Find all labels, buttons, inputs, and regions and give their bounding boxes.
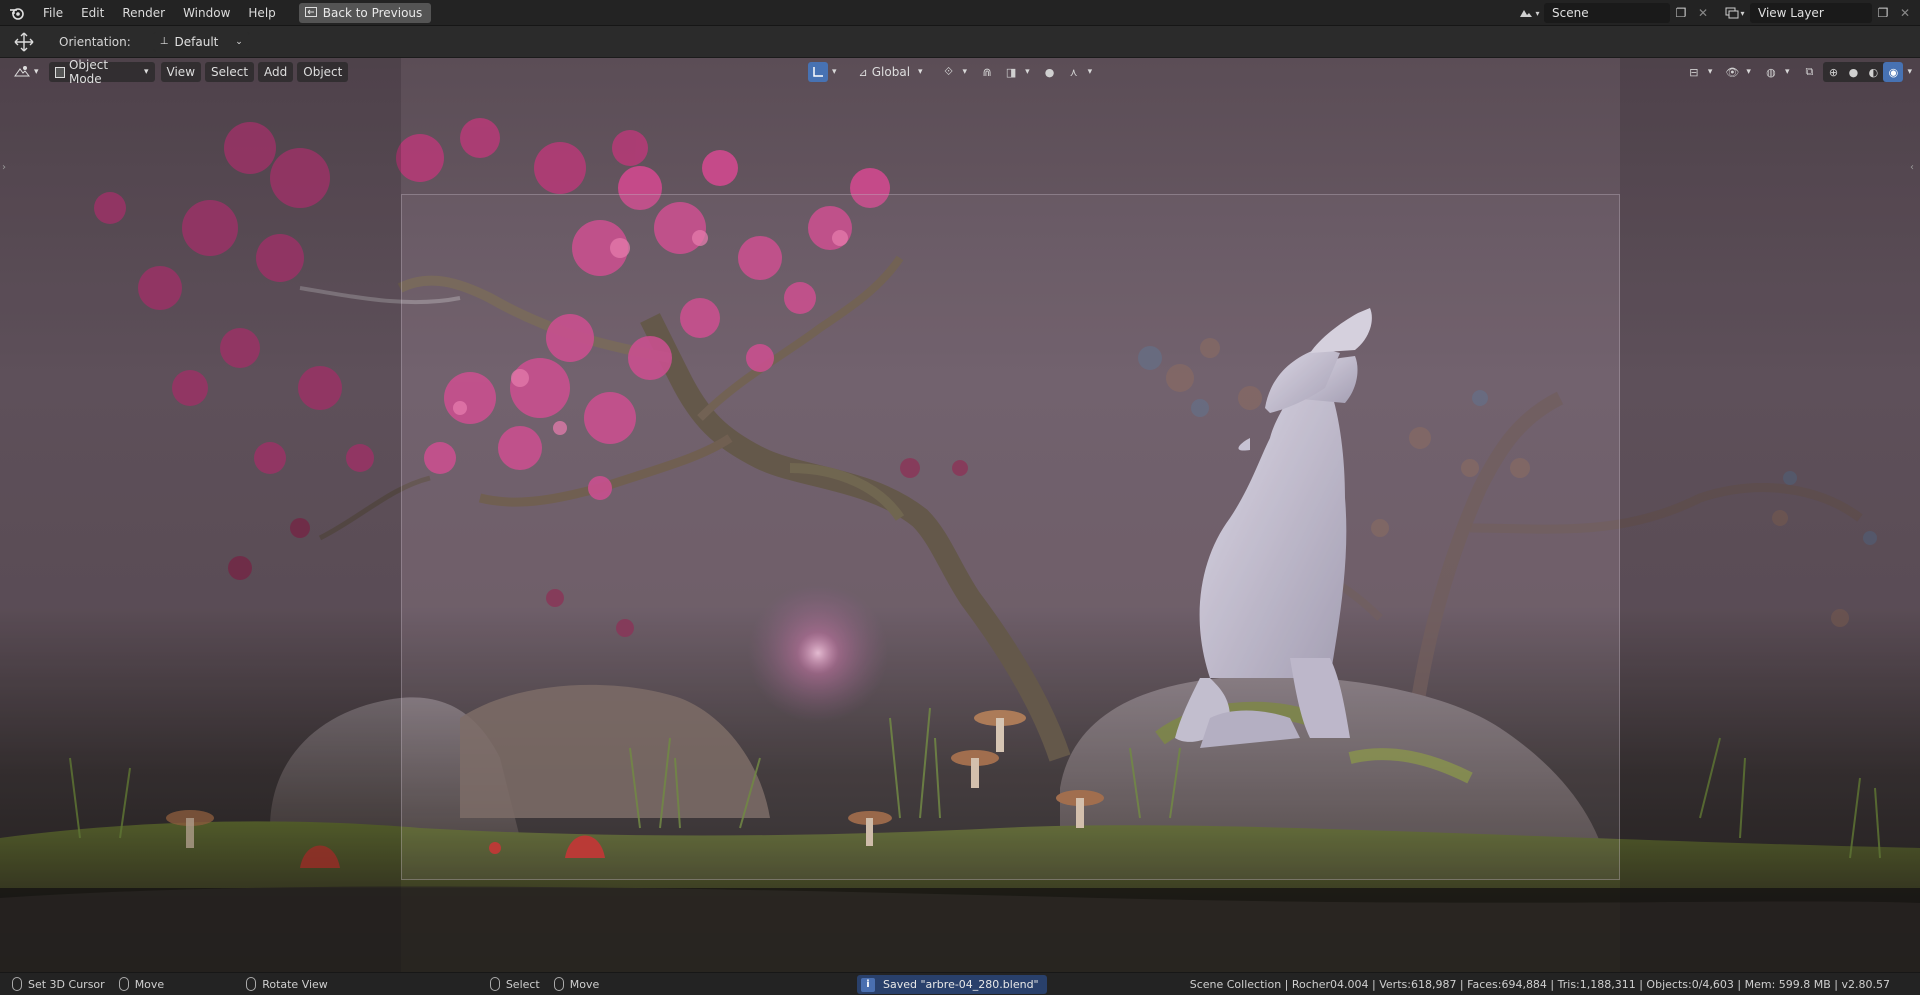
delete-view-layer-icon[interactable]: ✕ <box>1894 3 1916 23</box>
menu-edit[interactable]: Edit <box>72 2 113 24</box>
xray-icon[interactable]: ⧉ <box>1799 62 1819 82</box>
mouse-middle-icon <box>246 977 257 991</box>
topbar-right: ▾ Scene ❐ ✕ ▾ View Layer ❐ ✕ <box>1514 0 1920 26</box>
scene-statistics: Scene Collection | Rocher04.004 | Verts:… <box>1189 978 1890 991</box>
outside-camera-shade-left <box>0 58 401 972</box>
object-type-visibility-icon[interactable]: ⊟ <box>1684 62 1704 82</box>
snap-target-icon[interactable]: ◨ <box>1001 62 1021 82</box>
new-scene-icon[interactable]: ❐ <box>1670 3 1692 23</box>
menu-add[interactable]: Add <box>258 62 294 82</box>
move-tool-icon[interactable] <box>14 32 34 52</box>
shading-mode-group: ⊕ ● ◐ ◉ <box>1823 62 1904 82</box>
hint-move-2: Move <box>553 977 600 991</box>
editor-type-button[interactable]: ▾ <box>8 62 45 82</box>
viewport-header-right: ⊟ ▾ 👁 ▾ ◍ ▾ ⧉ ⊕ ● ◐ ◉ ▾ <box>1684 62 1912 82</box>
rendered-shading-icon[interactable]: ◉ <box>1883 62 1904 82</box>
mouse-right-drag-icon <box>553 977 564 991</box>
chevron-down-icon[interactable]: ▾ <box>1907 67 1912 77</box>
editor-type-icon <box>14 65 31 80</box>
hint-move-1: Move <box>118 977 165 991</box>
chevron-down-icon[interactable]: ▾ <box>1088 67 1093 77</box>
chevron-down-icon: ⌄ <box>235 36 243 47</box>
mouse-drag-icon <box>118 977 129 991</box>
outside-camera-shade-right <box>1620 58 1920 972</box>
viewport-header: ▾ Object Mode ▾ View Select Add Object ▾… <box>0 58 1920 86</box>
hint-move-2-label: Move <box>569 977 600 991</box>
tool-settings-bar: Orientation: ⊥ Default ⌄ <box>0 26 1920 58</box>
right-region-toggle-icon[interactable]: ‹ <box>1910 162 1918 174</box>
transform-orientation-label: Global <box>871 65 911 79</box>
chevron-down-icon: ▾ <box>34 67 39 77</box>
new-view-layer-icon[interactable]: ❐ <box>1872 3 1894 23</box>
proportional-falloff-icon[interactable]: ⋏ <box>1064 62 1084 82</box>
orientation-value: Default <box>174 34 219 49</box>
chevron-down-icon[interactable]: ▾ <box>1708 67 1713 77</box>
hint-set-3d-cursor-label: Set 3D Cursor <box>28 977 105 991</box>
object-mode-dropdown[interactable]: Object Mode ▾ <box>48 58 155 86</box>
status-bar: Set 3D Cursor Move Rotate View Select Mo… <box>0 972 1920 995</box>
chevron-down-icon[interactable]: ▾ <box>1025 67 1030 77</box>
menu-file[interactable]: File <box>34 2 72 24</box>
solid-shading-icon[interactable]: ● <box>1843 62 1863 82</box>
hint-select: Select <box>489 977 540 991</box>
scene-icon[interactable]: ▾ <box>1514 3 1544 23</box>
left-region-toggle-icon[interactable]: › <box>2 162 10 174</box>
menu-object[interactable]: Object <box>297 62 349 82</box>
saved-report-text: Saved "arbre-04_280.blend" <box>883 978 1039 991</box>
screen-back-icon <box>304 6 317 20</box>
transform-orientation-dropdown[interactable]: ⊿ Global ▾ <box>853 62 929 82</box>
proportional-icon[interactable]: ● <box>1040 62 1060 82</box>
top-menu-bar: File Edit Render Window Help Back to Pre… <box>0 0 1920 26</box>
back-to-previous-button[interactable]: Back to Previous <box>298 2 432 23</box>
chevron-down-icon: ▾ <box>918 67 923 77</box>
chevron-down-icon[interactable]: ▾ <box>1746 67 1751 77</box>
view-layer-icon[interactable]: ▾ <box>1720 3 1750 23</box>
visibility-icon[interactable]: 👁 <box>1722 62 1742 82</box>
hint-set-3d-cursor: Set 3D Cursor <box>12 977 105 991</box>
hint-rotate-view: Rotate View <box>246 977 328 991</box>
info-icon: i <box>861 977 875 992</box>
global-orient-icon: ⊿ <box>858 65 868 79</box>
chevron-down-icon: ▾ <box>144 67 149 77</box>
saved-report-message[interactable]: i Saved "arbre-04_280.blend" <box>857 975 1047 994</box>
orientation-label: Orientation: <box>59 34 131 49</box>
overlay-icon[interactable]: ◍ <box>1761 62 1781 82</box>
mouse-left-icon <box>12 977 22 991</box>
gizmo-icon[interactable] <box>808 62 828 82</box>
view-layer-name: View Layer <box>1758 6 1824 20</box>
snap-icon[interactable]: ⋒ <box>977 62 997 82</box>
hint-select-label: Select <box>505 977 540 991</box>
menu-view[interactable]: View <box>160 62 202 82</box>
hint-rotate-view-label: Rotate View <box>262 977 328 991</box>
3d-viewport[interactable]: › ‹ <box>0 58 1920 972</box>
object-mode-label: Object Mode <box>68 58 109 86</box>
blender-logo-icon[interactable] <box>0 0 34 26</box>
view-layer-field[interactable]: View Layer <box>1750 3 1872 23</box>
wireframe-shading-icon[interactable]: ⊕ <box>1823 62 1843 82</box>
delete-scene-icon[interactable]: ✕ <box>1692 3 1714 23</box>
chevron-down-icon[interactable]: ▾ <box>1785 67 1790 77</box>
camera-frame <box>401 194 1620 880</box>
scene-field[interactable]: Scene <box>1544 3 1670 23</box>
orientation-axis-icon: ⊥ <box>159 36 169 47</box>
menu-help[interactable]: Help <box>239 2 284 24</box>
viewport-header-center: ▾ ⊿ Global ▾ ⟐ ▾ ⋒ ◨ ▾ ● ⋏ ▾ <box>808 62 1092 82</box>
menu-render[interactable]: Render <box>113 2 174 24</box>
chevron-down-icon[interactable]: ▾ <box>963 67 968 77</box>
orientation-dropdown[interactable]: ⊥ Default ⌄ <box>152 31 250 52</box>
hint-move-1-label: Move <box>134 977 165 991</box>
material-shading-icon[interactable]: ◐ <box>1863 62 1883 82</box>
chevron-down-icon[interactable]: ▾ <box>832 67 837 77</box>
scene-name: Scene <box>1552 6 1589 20</box>
object-mode-icon <box>54 66 65 78</box>
menu-window[interactable]: Window <box>174 2 239 24</box>
menu-select[interactable]: Select <box>205 62 255 82</box>
pivot-icon[interactable]: ⟐ <box>939 62 959 82</box>
back-to-previous-label: Back to Previous <box>322 5 423 20</box>
mouse-right-icon <box>489 977 500 991</box>
